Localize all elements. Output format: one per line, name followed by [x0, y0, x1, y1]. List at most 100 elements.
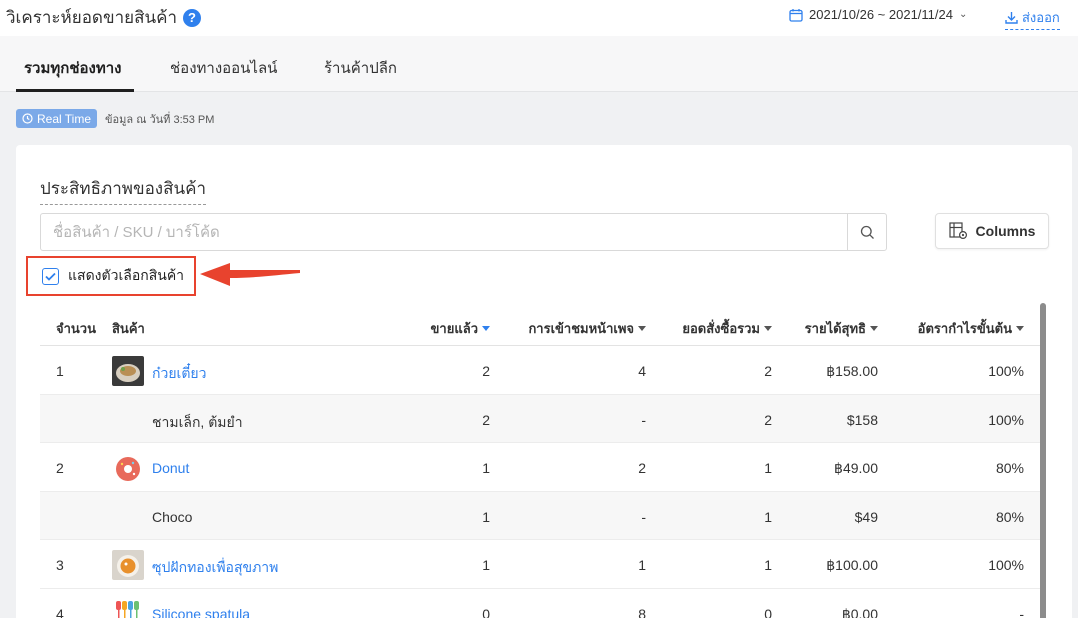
variant-row: Choco 1 - 1 $49 80% [40, 491, 1040, 540]
orders-value: 0 [764, 605, 772, 618]
views-value: - [641, 411, 646, 428]
product-link[interactable]: ก๋วยเตี๋ยว [152, 363, 206, 385]
sort-icon [870, 326, 878, 331]
views-value: 4 [638, 363, 646, 379]
table-row: 4 Silicone spatula 0 8 0 ฿0.00 - [40, 589, 1040, 618]
realtime-timestamp: ข้อมูล ณ วันที่ 3:53 PM [105, 113, 215, 126]
checkmark-icon [45, 272, 56, 281]
product-thumbnail [112, 550, 144, 580]
sold-value: 1 [482, 557, 490, 573]
orders-value: 1 [764, 557, 772, 573]
views-value: 8 [638, 605, 646, 618]
search-button[interactable] [847, 214, 886, 250]
row-number: 3 [56, 557, 64, 573]
table-row: 3 ซุปฝักทองเพื่อสุขภาพ 1 1 1 ฿100.00 100… [40, 540, 1040, 589]
date-range-text: 2021/10/26 ~ 2021/11/24 [809, 7, 953, 22]
realtime-info: Real Time ข้อมูล ณ วันที่ 3:53 PM [16, 109, 214, 128]
realtime-badge-label: Real Time [37, 111, 92, 126]
row-number: 4 [56, 605, 64, 618]
product-thumbnail [112, 598, 144, 618]
page-title: วิเคราะห์ยอดขายสินค้า ? [6, 4, 201, 31]
net-value: $49 [854, 508, 878, 525]
table-header: จำนวน สินค้า ขายแล้ว การเข้าชมหน้าเพจ ยอ… [40, 305, 1040, 346]
columns-button[interactable]: Columns [935, 213, 1049, 249]
net-value: ฿0.00 [841, 605, 878, 618]
row-number: 1 [56, 363, 64, 379]
net-value: ฿49.00 [834, 460, 878, 476]
col-header-views[interactable]: การเข้าชมหน้าเพจ [528, 318, 646, 339]
col-header-no: จำนวน [56, 321, 96, 336]
orders-value: 1 [764, 460, 772, 476]
col-header-sold[interactable]: ขายแล้ว [431, 318, 490, 339]
page-title-text: วิเคราะห์ยอดขายสินค้า [6, 8, 177, 27]
margin-value: 100% [988, 557, 1024, 573]
realtime-badge: Real Time [16, 109, 98, 128]
show-variants-toggle[interactable]: แสดงตัวเลือกสินค้า [26, 256, 196, 296]
col-header-net[interactable]: รายได้สุทธิ [805, 318, 878, 339]
calendar-icon [789, 8, 803, 22]
sold-value: 1 [482, 460, 490, 476]
table-scrollbar[interactable] [1040, 303, 1046, 618]
chevron-down-icon: ⌄ [958, 9, 968, 20]
variant-name: Choco [152, 508, 193, 525]
margin-value: 100% [988, 363, 1024, 379]
col-header-orders[interactable]: ยอดสั่งซื้อรวม [682, 318, 772, 339]
views-value: 1 [638, 557, 646, 573]
columns-settings-icon [948, 222, 967, 240]
net-value: ฿158.00 [826, 363, 878, 379]
sold-value: 2 [482, 411, 490, 428]
orders-value: 2 [764, 411, 772, 428]
tab-retail[interactable]: ร้านค้าปลีก [324, 56, 397, 80]
sold-value: 2 [482, 363, 490, 379]
search-input[interactable] [41, 214, 847, 250]
sort-icon [1016, 326, 1024, 331]
margin-value: 100% [988, 411, 1024, 428]
table-row: 1 ก๋วยเตี๋ยว 2 4 2 ฿158.00 100% [40, 346, 1040, 395]
date-range-picker[interactable]: 2021/10/26 ~ 2021/11/24 ⌄ [789, 7, 967, 22]
net-value: $158 [846, 411, 878, 428]
search-icon [860, 225, 874, 239]
variant-row: ชามเล็ก, ต้มยำ 2 - 2 $158 100% [40, 394, 1040, 443]
product-performance-card: ประสิทธิภาพของสินค้า Columns แสดงตัวเลือ… [16, 145, 1072, 618]
card-title[interactable]: ประสิทธิภาพของสินค้า [40, 175, 207, 205]
sort-desc-icon [482, 326, 490, 331]
col-header-product: สินค้า [112, 321, 145, 336]
download-icon [1005, 12, 1018, 24]
product-thumbnail [112, 453, 144, 483]
tab-all-channels[interactable]: รวมทุกช่องทาง [24, 56, 122, 80]
help-icon[interactable]: ? [183, 8, 201, 27]
net-value: ฿100.00 [826, 557, 878, 573]
product-thumbnail [112, 356, 144, 386]
active-tab-indicator [16, 89, 134, 92]
red-arrow-annotation [200, 263, 300, 286]
margin-value: - [1019, 605, 1024, 618]
table-row: 2 Donut 1 2 1 ฿49.00 80% [40, 443, 1040, 492]
sort-icon [638, 326, 646, 331]
product-link[interactable]: Donut [152, 460, 189, 476]
product-link[interactable]: ซุปฝักทองเพื่อสุขภาพ [152, 557, 278, 579]
search-box [40, 213, 887, 251]
columns-label: Columns [975, 223, 1036, 239]
show-variants-label: แสดงตัวเลือกสินค้า [68, 267, 185, 283]
clock-icon [22, 113, 33, 124]
product-table: จำนวน สินค้า ขายแล้ว การเข้าชมหน้าเพจ ยอ… [40, 305, 1040, 618]
margin-value: 80% [995, 508, 1024, 525]
sort-icon [764, 326, 772, 331]
tab-online[interactable]: ช่องทางออนไลน์ [170, 56, 277, 80]
top-bar: วิเคราะห์ยอดขายสินค้า ? 2021/10/26 ~ 202… [0, 0, 1078, 36]
row-number: 2 [56, 460, 64, 476]
views-value: 2 [638, 460, 646, 476]
sold-value: 1 [482, 508, 490, 525]
sold-value: 0 [482, 605, 490, 618]
margin-value: 80% [995, 460, 1024, 476]
product-link[interactable]: Silicone spatula [152, 606, 250, 618]
col-header-margin[interactable]: อัตรากำไรขั้นต้น [918, 318, 1024, 339]
show-variants-checkbox[interactable] [42, 267, 59, 285]
views-value: - [641, 508, 646, 525]
orders-value: 1 [764, 508, 772, 525]
orders-value: 2 [764, 363, 772, 379]
variant-name: ชามเล็ก, ต้มยำ [152, 413, 243, 430]
export-button[interactable]: ส่งออก [1005, 7, 1060, 30]
channel-tabs: รวมทุกช่องทาง ช่องทางออนไลน์ ร้านค้าปลีก [0, 36, 1078, 92]
export-label: ส่งออก [1022, 10, 1060, 25]
